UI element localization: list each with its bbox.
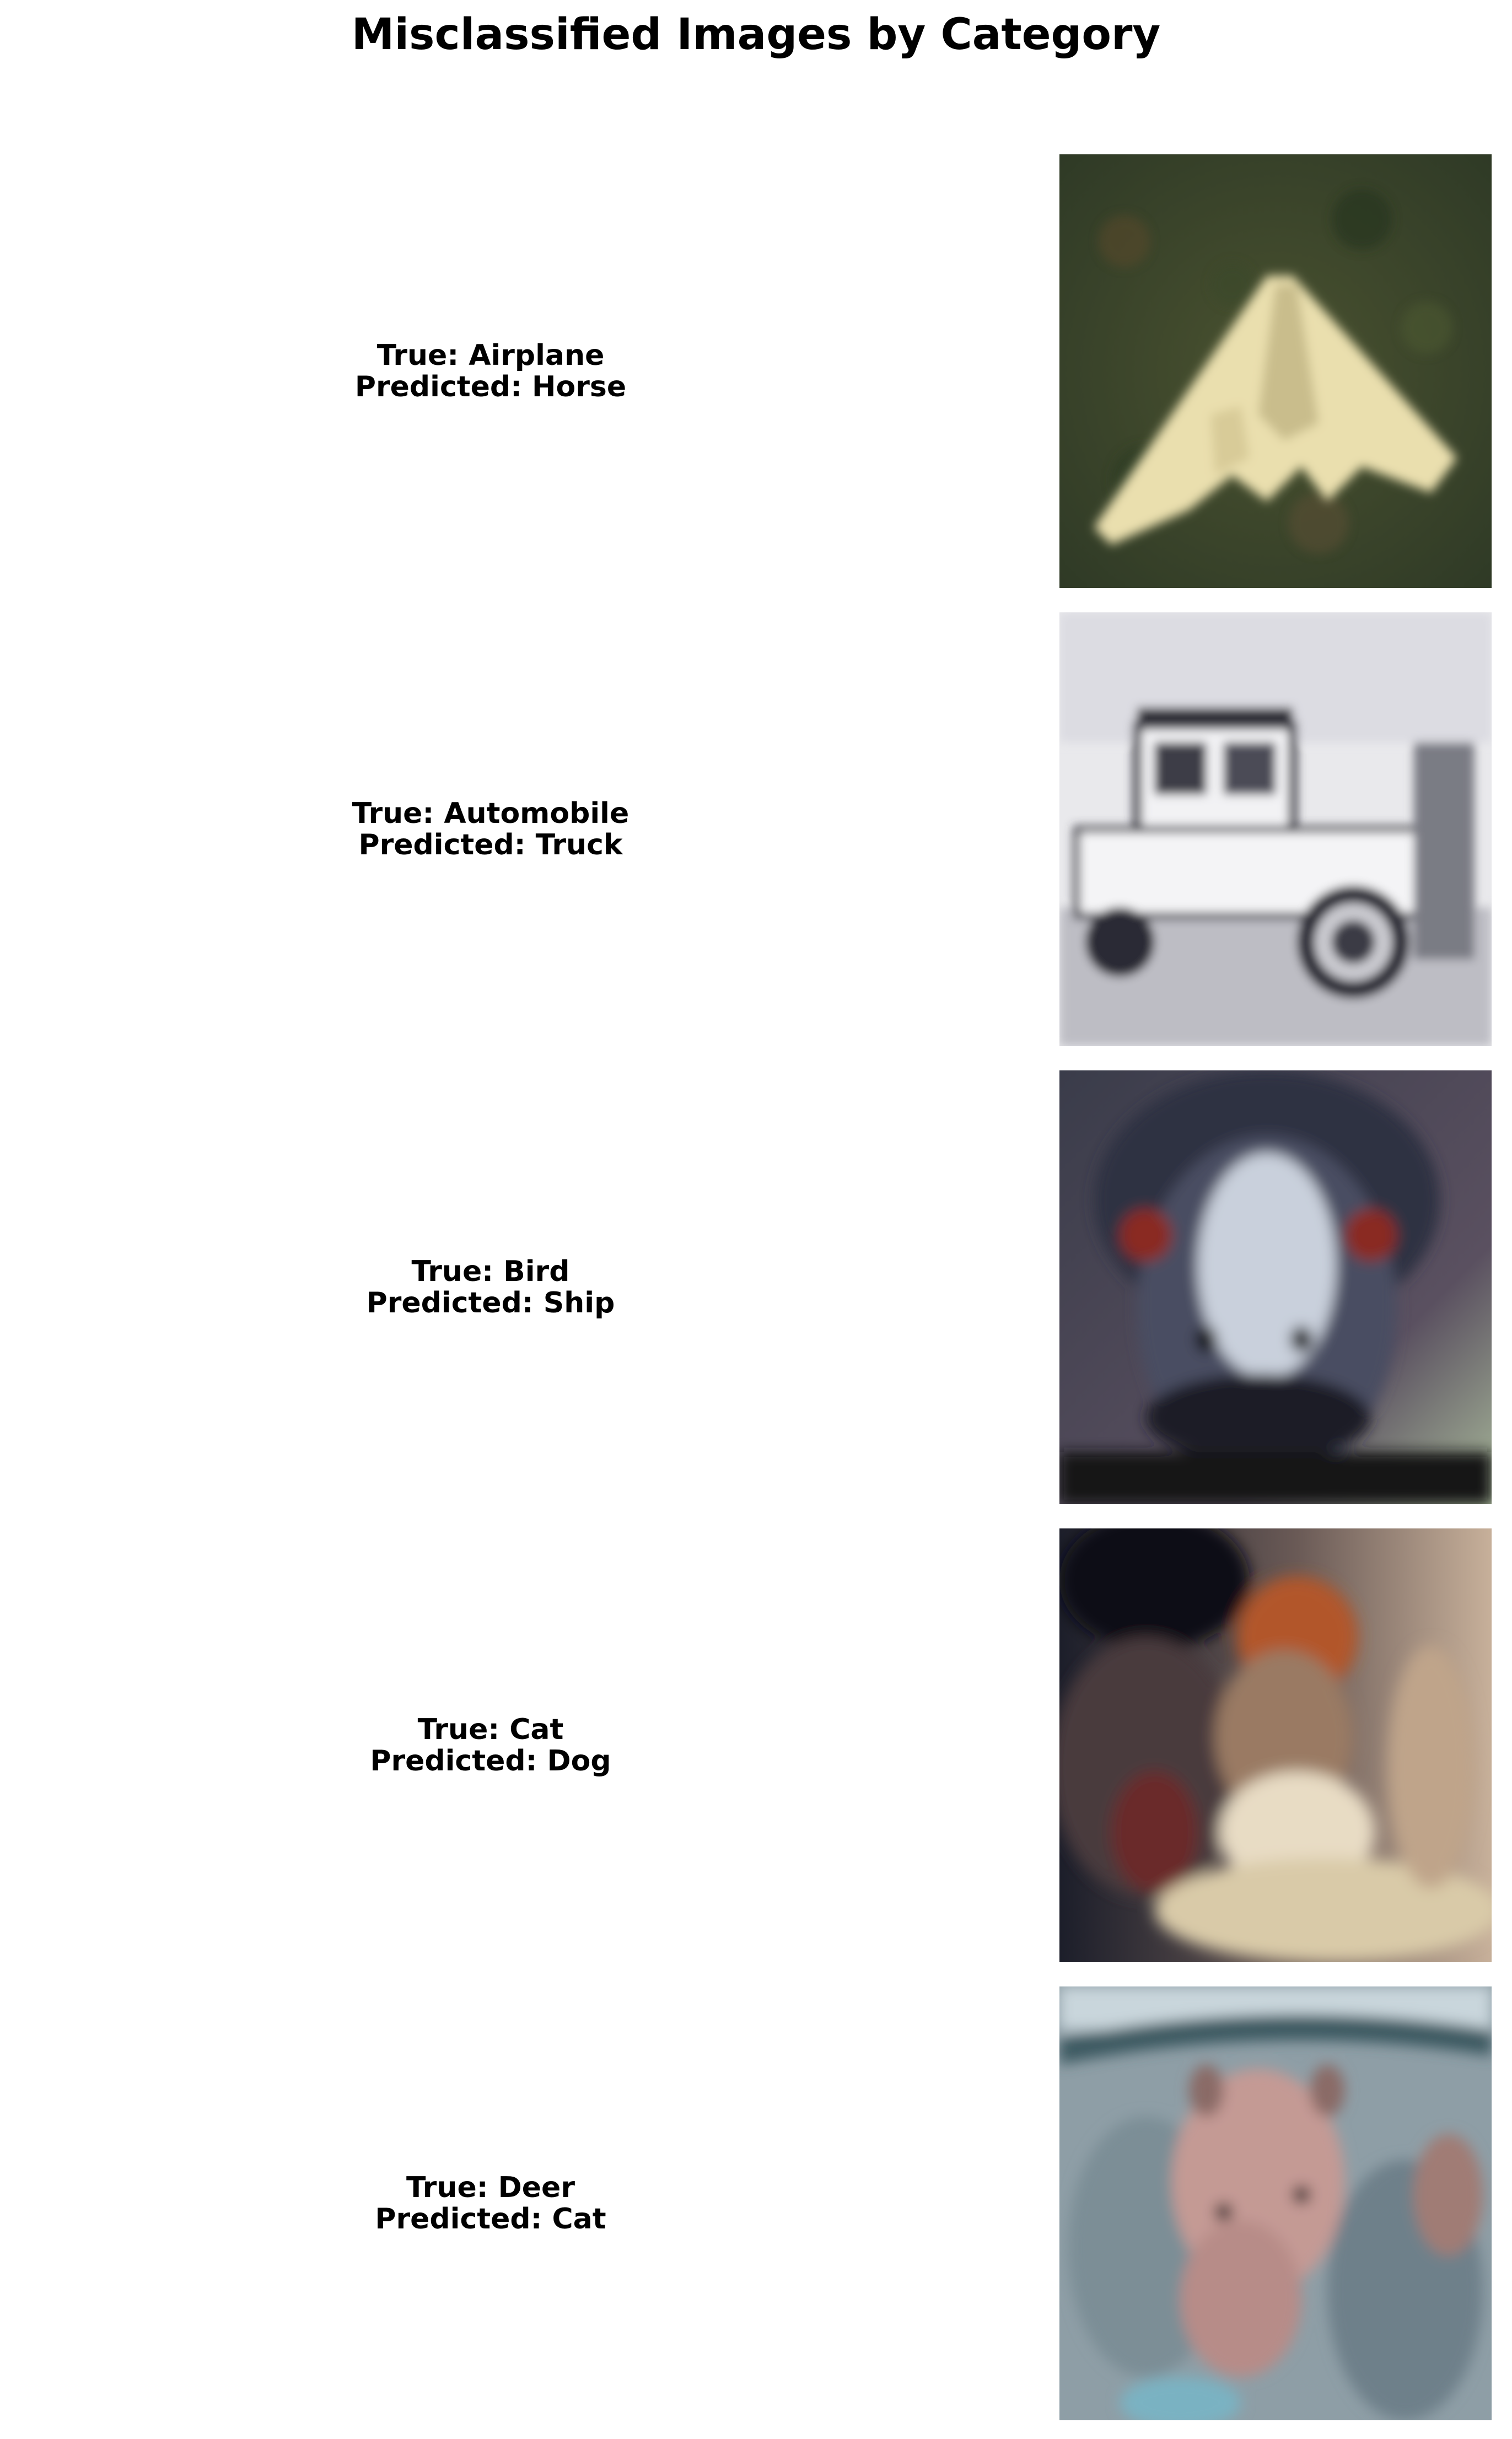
predicted-label: Predicted: Horse <box>354 370 627 403</box>
sample-caption: True: Deer Predicted: Cat <box>0 1986 981 2420</box>
sample-row-bird: True: Bird Predicted: Ship <box>0 1070 1512 1504</box>
predicted-label: Predicted: Dog <box>370 1744 611 1778</box>
sample-image-airplane <box>1059 154 1492 588</box>
sample-caption: True: Automobile Predicted: Truck <box>0 612 981 1046</box>
sample-caption: True: Cat Predicted: Dog <box>0 1528 981 1962</box>
sample-caption: True: Bird Predicted: Ship <box>0 1070 981 1504</box>
true-label: True: Airplane <box>376 338 605 372</box>
sample-row-automobile: True: Automobile Predicted: Truck <box>0 612 1512 1046</box>
sample-image-automobile <box>1059 612 1492 1046</box>
predicted-label: Predicted: Cat <box>375 2202 606 2236</box>
true-label: True: Bird <box>411 1255 570 1288</box>
sample-caption: True: Airplane Predicted: Horse <box>0 154 981 588</box>
predicted-label: Predicted: Truck <box>358 828 623 862</box>
sample-image-cat <box>1059 1528 1492 1962</box>
sample-image-deer <box>1059 1986 1492 2420</box>
true-label: True: Cat <box>417 1713 564 1746</box>
true-label: True: Deer <box>406 2171 575 2204</box>
sample-row-airplane: True: Airplane Predicted: Horse <box>0 154 1512 588</box>
predicted-label: Predicted: Ship <box>366 1286 615 1320</box>
figure-title: Misclassified Images by Category <box>351 10 1161 60</box>
sample-row-deer: True: Deer Predicted: Cat <box>0 1986 1512 2420</box>
true-label: True: Automobile <box>352 796 629 830</box>
sample-row-cat: True: Cat Predicted: Dog <box>0 1528 1512 1962</box>
sample-image-bird <box>1059 1070 1492 1504</box>
